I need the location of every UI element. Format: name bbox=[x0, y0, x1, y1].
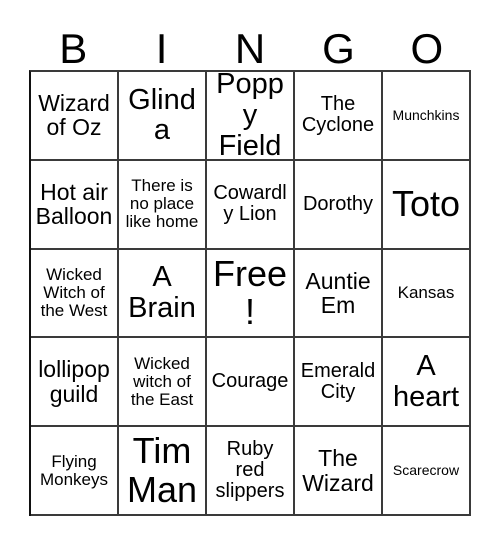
bingo-cell-label: Hot air Balloon bbox=[35, 178, 113, 230]
bingo-cell-label: A Brain bbox=[128, 261, 196, 324]
bingo-cell[interactable]: The Wizard bbox=[295, 427, 383, 516]
bingo-cell-label: Cowardly Lion bbox=[213, 182, 287, 226]
header-letter-o: O bbox=[410, 25, 444, 72]
bingo-cell[interactable]: Wicked witch of the East bbox=[119, 338, 207, 428]
bingo-cell-label: Dorothy bbox=[302, 192, 374, 215]
bingo-cell[interactable]: Munchkins bbox=[383, 72, 471, 161]
bingo-cell[interactable]: The Cyclone bbox=[295, 72, 383, 161]
bingo-cell-label: Wizard of Oz bbox=[38, 90, 110, 141]
bingo-cell-label: Munchkins bbox=[392, 106, 460, 123]
bingo-cell-free[interactable]: Free! bbox=[207, 249, 295, 339]
bingo-cell-label: Kansas bbox=[397, 282, 455, 302]
bingo-cell-label: The Cyclone bbox=[301, 93, 375, 137]
bingo-cell[interactable]: Hot air Balloon bbox=[31, 160, 119, 250]
bingo-cell-label: Poppy Field bbox=[216, 72, 284, 161]
bingo-header: B I N G O bbox=[29, 18, 471, 70]
bingo-cell-label: Courage bbox=[211, 370, 289, 393]
bingo-cell-label: Glinda bbox=[128, 83, 196, 147]
bingo-cell-label: Auntie Em bbox=[305, 267, 371, 318]
header-letter-g: G bbox=[322, 25, 355, 72]
bingo-cell[interactable]: Emerald City bbox=[295, 338, 383, 428]
bingo-cell-label: Scarecrow bbox=[392, 462, 460, 479]
bingo-cell[interactable]: Cowardly Lion bbox=[207, 160, 295, 250]
header-letter-n: N bbox=[234, 25, 266, 72]
bingo-cell[interactable]: A heart bbox=[383, 338, 471, 428]
bingo-cell[interactable]: Glinda bbox=[119, 72, 207, 161]
bingo-cell-label: Ruby red slippers bbox=[215, 437, 285, 503]
bingo-cell[interactable]: Auntie Em bbox=[295, 249, 383, 339]
bingo-cell-label: Wicked witch of the East bbox=[130, 353, 194, 409]
bingo-cell-label: A heart bbox=[392, 350, 460, 413]
header-letter-i: I bbox=[155, 25, 168, 72]
bingo-cell-label: Toto bbox=[391, 183, 461, 225]
bingo-cell-label: Wicked Witch of the West bbox=[40, 264, 108, 320]
bingo-cell[interactable]: Tim Man bbox=[119, 427, 207, 516]
header-letter-b: B bbox=[59, 25, 88, 72]
bingo-grid: Wizard of Oz Glinda Poppy Field The Cycl… bbox=[29, 70, 471, 516]
bingo-cell-label: Emerald City bbox=[300, 359, 376, 403]
bingo-cell[interactable]: Wizard of Oz bbox=[31, 72, 119, 161]
bingo-cell-label: Free! bbox=[212, 252, 288, 332]
bingo-cell[interactable]: Dorothy bbox=[295, 160, 383, 250]
bingo-cell-label: The Wizard bbox=[302, 445, 374, 496]
bingo-cell-label: There is no place like home bbox=[125, 176, 199, 232]
bingo-cell[interactable]: There is no place like home bbox=[119, 160, 207, 250]
bingo-cell[interactable]: Flying Monkeys bbox=[31, 427, 119, 516]
bingo-cell[interactable]: A Brain bbox=[119, 249, 207, 339]
bingo-cell[interactable]: Toto bbox=[383, 160, 471, 250]
bingo-card: B I N G O Wizard of Oz Glinda Poppy Fiel… bbox=[0, 0, 500, 544]
bingo-cell-label: lollipop guild bbox=[38, 356, 110, 407]
bingo-cell[interactable]: Wicked Witch of the West bbox=[31, 249, 119, 339]
bingo-cell[interactable]: Poppy Field bbox=[207, 72, 295, 161]
bingo-cell-label: Tim Man bbox=[126, 430, 198, 510]
bingo-cell[interactable]: Ruby red slippers bbox=[207, 427, 295, 516]
bingo-cell[interactable]: lollipop guild bbox=[31, 338, 119, 428]
bingo-cell[interactable]: Kansas bbox=[383, 249, 471, 339]
bingo-cell-label: Flying Monkeys bbox=[39, 451, 109, 489]
bingo-cell[interactable]: Scarecrow bbox=[383, 427, 471, 516]
bingo-cell[interactable]: Courage bbox=[207, 338, 295, 428]
